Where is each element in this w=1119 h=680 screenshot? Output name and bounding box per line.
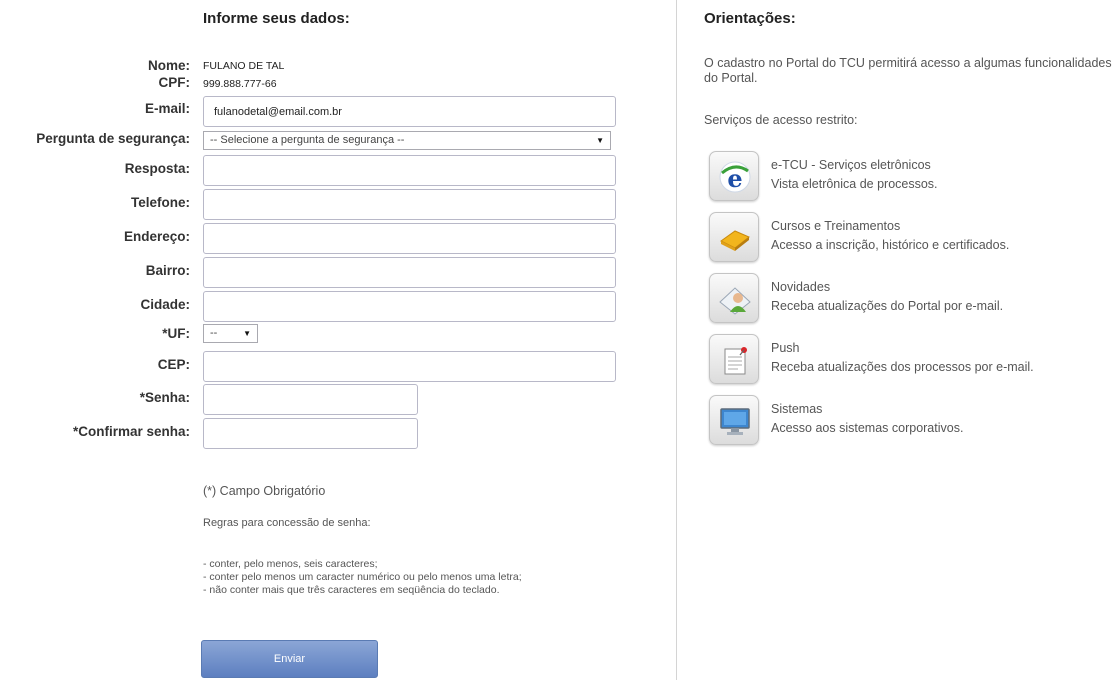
services-title: Serviços de acesso restrito: <box>704 113 858 127</box>
nome-value: FULANO DE TAL <box>203 60 285 72</box>
guidance-heading: Orientações: <box>704 10 796 27</box>
nome-label: Nome: <box>147 58 190 73</box>
confirmar-senha-label: *Confirmar senha: <box>72 424 190 439</box>
service-description: Acesso a inscrição, histórico e certific… <box>771 238 1010 252</box>
uf-select[interactable]: -- ▼ <box>203 324 258 343</box>
push-icon[interactable] <box>709 334 759 384</box>
password-rules-title: Regras para concessão de senha: <box>203 517 371 529</box>
service-description: Receba atualizações dos processos por e-… <box>771 360 1034 374</box>
security-question-selected: -- Selecione a pergunta de segurança -- <box>210 134 405 146</box>
service-description: Acesso aos sistemas corporativos. <box>771 421 964 435</box>
service-title[interactable]: Sistemas <box>771 402 822 416</box>
bairro-input[interactable] <box>203 257 616 288</box>
resposta-input[interactable] <box>203 155 616 186</box>
svg-text:e: e <box>727 164 742 193</box>
password-rule: - não conter mais que três caracteres em… <box>203 584 500 596</box>
news-icon[interactable] <box>709 273 759 323</box>
column-divider <box>676 0 677 680</box>
password-rule: - conter pelo menos um caracter numérico… <box>203 571 522 583</box>
systems-icon[interactable] <box>709 395 759 445</box>
required-note: (*) Campo Obrigatório <box>203 484 326 498</box>
password-input[interactable] <box>203 384 418 415</box>
endereco-input[interactable] <box>203 223 616 254</box>
password-rules-list: - conter, pelo menos, seis caracteres; -… <box>203 558 613 597</box>
uf-label: *UF: <box>162 326 190 341</box>
service-title[interactable]: Novidades <box>771 280 830 294</box>
cep-input[interactable] <box>203 351 616 382</box>
service-description: Receba atualizações do Portal por e-mail… <box>771 299 1004 313</box>
telefone-input[interactable] <box>203 189 616 220</box>
submit-button[interactable]: Enviar <box>201 640 378 678</box>
telefone-label: Telefone: <box>130 195 190 210</box>
form-heading: Informe seus dados: <box>203 10 350 27</box>
guidance-intro: O cadastro no Portal do TCU permitirá ac… <box>704 56 1112 85</box>
cpf-label: CPF: <box>158 75 191 90</box>
service-title[interactable]: Push <box>771 341 800 355</box>
endereco-label: Endereço: <box>123 229 190 244</box>
dropdown-arrow-icon: ▼ <box>596 136 604 145</box>
password-rule: - conter, pelo menos, seis caracteres; <box>203 558 378 570</box>
service-title[interactable]: Cursos e Treinamentos <box>771 219 900 233</box>
courses-icon[interactable] <box>709 212 759 262</box>
email-input[interactable] <box>203 96 616 127</box>
service-description: Vista eletrônica de processos. <box>771 177 938 191</box>
dropdown-arrow-icon: ▼ <box>243 329 251 338</box>
etcu-icon[interactable]: e <box>709 151 759 201</box>
email-label: E-mail: <box>144 101 190 116</box>
resposta-label: Resposta: <box>124 161 190 176</box>
bairro-label: Bairro: <box>145 263 190 278</box>
cep-label: CEP: <box>157 357 190 372</box>
cidade-label: Cidade: <box>140 297 190 312</box>
uf-selected: -- <box>210 327 218 339</box>
cidade-input[interactable] <box>203 291 616 322</box>
cpf-value: 999.888.777-66 <box>203 78 277 90</box>
senha-label: *Senha: <box>139 390 190 405</box>
service-title[interactable]: e-TCU - Serviços eletrônicos <box>771 158 931 172</box>
pergunta-label: Pergunta de segurança: <box>36 131 190 146</box>
security-question-select[interactable]: -- Selecione a pergunta de segurança -- … <box>203 131 611 150</box>
confirm-password-input[interactable] <box>203 418 418 449</box>
